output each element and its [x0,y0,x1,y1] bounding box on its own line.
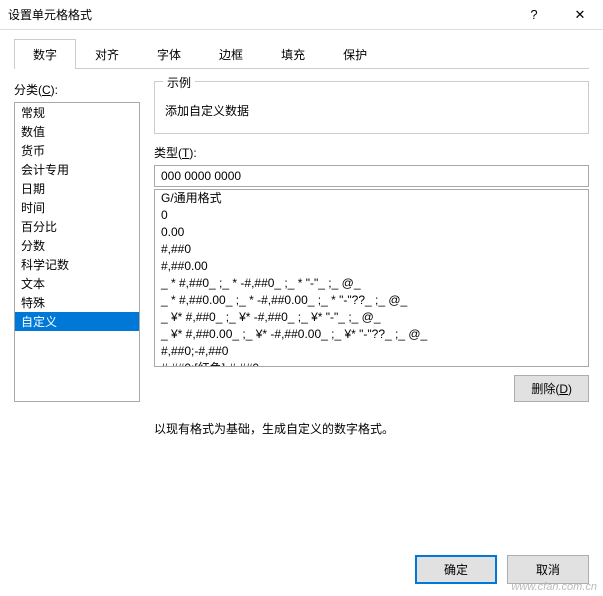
type-label: 类型(T): [154,144,589,161]
ok-button[interactable]: 确定 [415,555,497,584]
format-item[interactable]: _ * #,##0_ ;_ * -#,##0_ ;_ * "-"_ ;_ @_ [155,275,588,292]
category-item[interactable]: 常规 [15,103,139,122]
format-item[interactable]: G/通用格式 [155,190,588,207]
format-item[interactable]: _ * #,##0.00_ ;_ * -#,##0.00_ ;_ * "-"??… [155,292,588,309]
watermark: www.cfan.com.cn [511,581,597,593]
tab-2[interactable]: 字体 [138,39,200,69]
category-item[interactable]: 日期 [15,179,139,198]
tab-3[interactable]: 边框 [200,39,262,69]
format-item[interactable]: 0.00 [155,224,588,241]
category-item[interactable]: 货币 [15,141,139,160]
category-item[interactable]: 文本 [15,274,139,293]
format-item[interactable]: _ ¥* #,##0_ ;_ ¥* -#,##0_ ;_ ¥* "-"_ ;_ … [155,309,588,326]
category-item[interactable]: 会计专用 [15,160,139,179]
category-item[interactable]: 科学记数 [15,255,139,274]
help-button[interactable]: ? [511,0,557,30]
right-column: 示例 添加自定义数据 类型(T): G/通用格式00.00#,##0#,##0.… [154,81,589,437]
category-item[interactable]: 百分比 [15,217,139,236]
category-label: 分类(C): [14,81,140,98]
sample-box: 示例 添加自定义数据 [154,81,589,134]
format-item[interactable]: _ ¥* #,##0.00_ ;_ ¥* -#,##0.00_ ;_ ¥* "-… [155,326,588,343]
sample-legend: 示例 [163,74,195,91]
format-item[interactable]: 0 [155,207,588,224]
sample-value: 添加自定义数据 [165,104,249,118]
tab-4[interactable]: 填充 [262,39,324,69]
delete-row: 删除(D) [154,375,589,402]
format-item[interactable]: #,##0 [155,241,588,258]
tab-1[interactable]: 对齐 [76,39,138,69]
tab-0[interactable]: 数字 [14,39,76,69]
close-button[interactable]: ✕ [557,0,603,30]
dialog-content: 数字对齐字体边框填充保护 分类(C): 常规数值货币会计专用日期时间百分比分数科… [0,30,603,437]
category-item[interactable]: 自定义 [15,312,139,331]
category-item[interactable]: 数值 [15,122,139,141]
type-input[interactable] [154,165,589,187]
category-item[interactable]: 时间 [15,198,139,217]
format-item[interactable]: #,##0.00 [155,258,588,275]
footer: 确定 取消 [415,555,589,584]
cancel-button[interactable]: 取消 [507,555,589,584]
category-list[interactable]: 常规数值货币会计专用日期时间百分比分数科学记数文本特殊自定义 [14,102,140,402]
window-controls: ? ✕ [511,0,603,30]
format-item[interactable]: #,##0;[红色]-#,##0 [155,360,588,367]
category-item[interactable]: 分数 [15,236,139,255]
format-item[interactable]: #,##0;-#,##0 [155,343,588,360]
format-list[interactable]: G/通用格式00.00#,##0#,##0.00_ * #,##0_ ;_ * … [154,189,589,367]
tab-5[interactable]: 保护 [324,39,386,69]
category-item[interactable]: 特殊 [15,293,139,312]
window-title: 设置单元格格式 [8,6,511,23]
delete-button[interactable]: 删除(D) [514,375,589,402]
tab-bar: 数字对齐字体边框填充保护 [14,38,589,69]
body: 分类(C): 常规数值货币会计专用日期时间百分比分数科学记数文本特殊自定义 示例… [14,69,589,437]
titlebar: 设置单元格格式 ? ✕ [0,0,603,30]
hint-text: 以现有格式为基础，生成自定义的数字格式。 [154,420,589,437]
left-column: 分类(C): 常规数值货币会计专用日期时间百分比分数科学记数文本特殊自定义 [14,81,140,437]
